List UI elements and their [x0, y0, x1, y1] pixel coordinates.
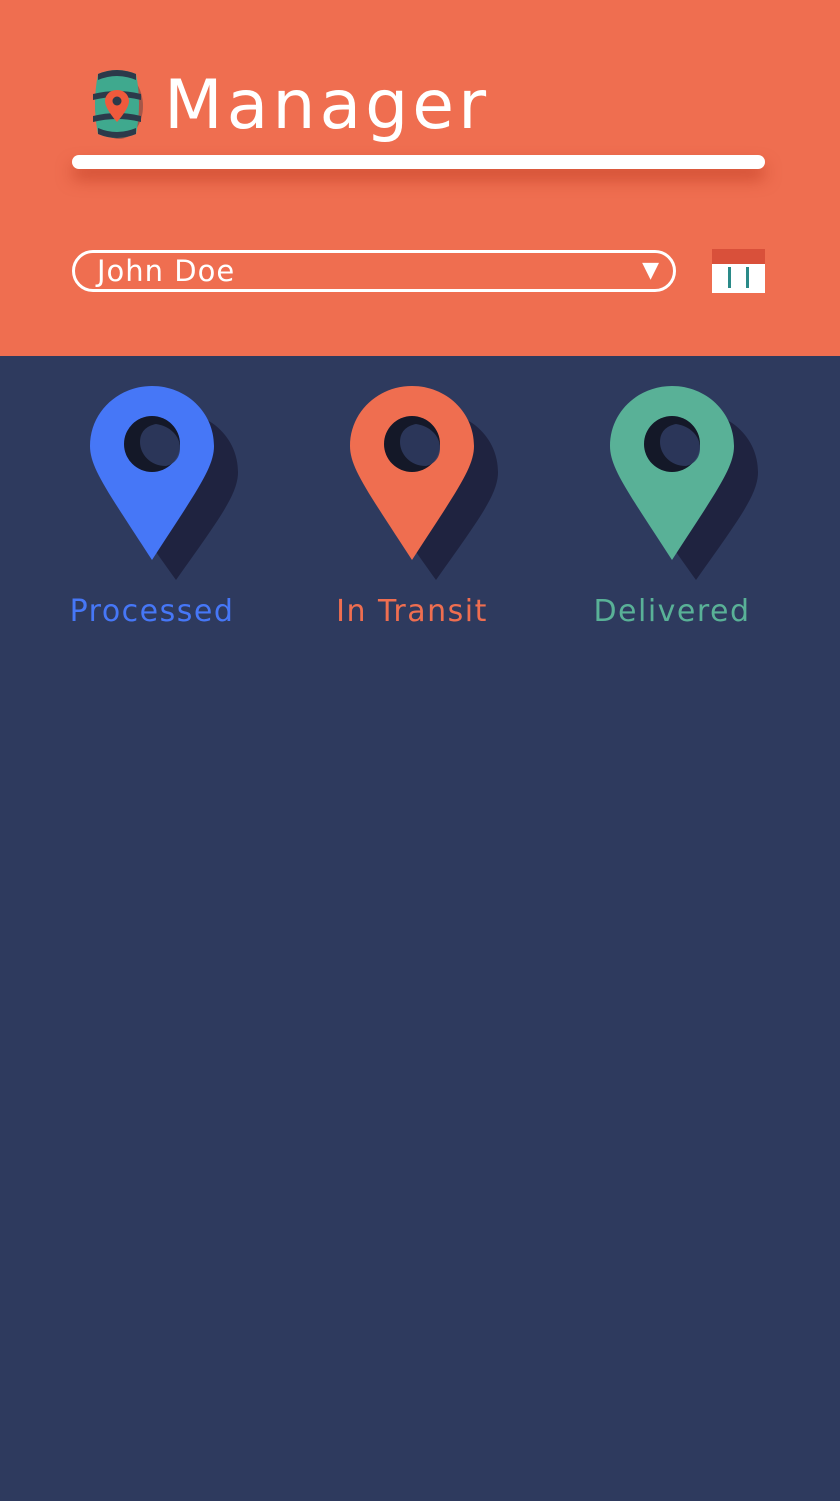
user-select-value: John Doe: [97, 254, 236, 288]
app-title: Manager: [164, 66, 491, 145]
triangle-down-icon: ▼: [642, 258, 659, 283]
map-pin-icon: [90, 386, 238, 580]
map-pin-icon: [610, 386, 758, 580]
status-label-delivered: Delivered: [593, 594, 751, 629]
calendar-icon[interactable]: [712, 249, 765, 293]
status-in-transit[interactable]: In Transit: [312, 384, 512, 644]
map-pin-icon: [350, 386, 498, 580]
status-delivered[interactable]: Delivered: [572, 384, 772, 644]
app-header: Manager John Doe ▼: [0, 0, 840, 356]
status-processed[interactable]: Processed: [52, 384, 252, 644]
barrel-location-icon: [93, 70, 143, 139]
title-divider: [72, 155, 765, 169]
status-label-processed: Processed: [69, 594, 235, 629]
status-label-in-transit: In Transit: [336, 594, 488, 629]
user-select[interactable]: John Doe ▼: [72, 250, 676, 292]
